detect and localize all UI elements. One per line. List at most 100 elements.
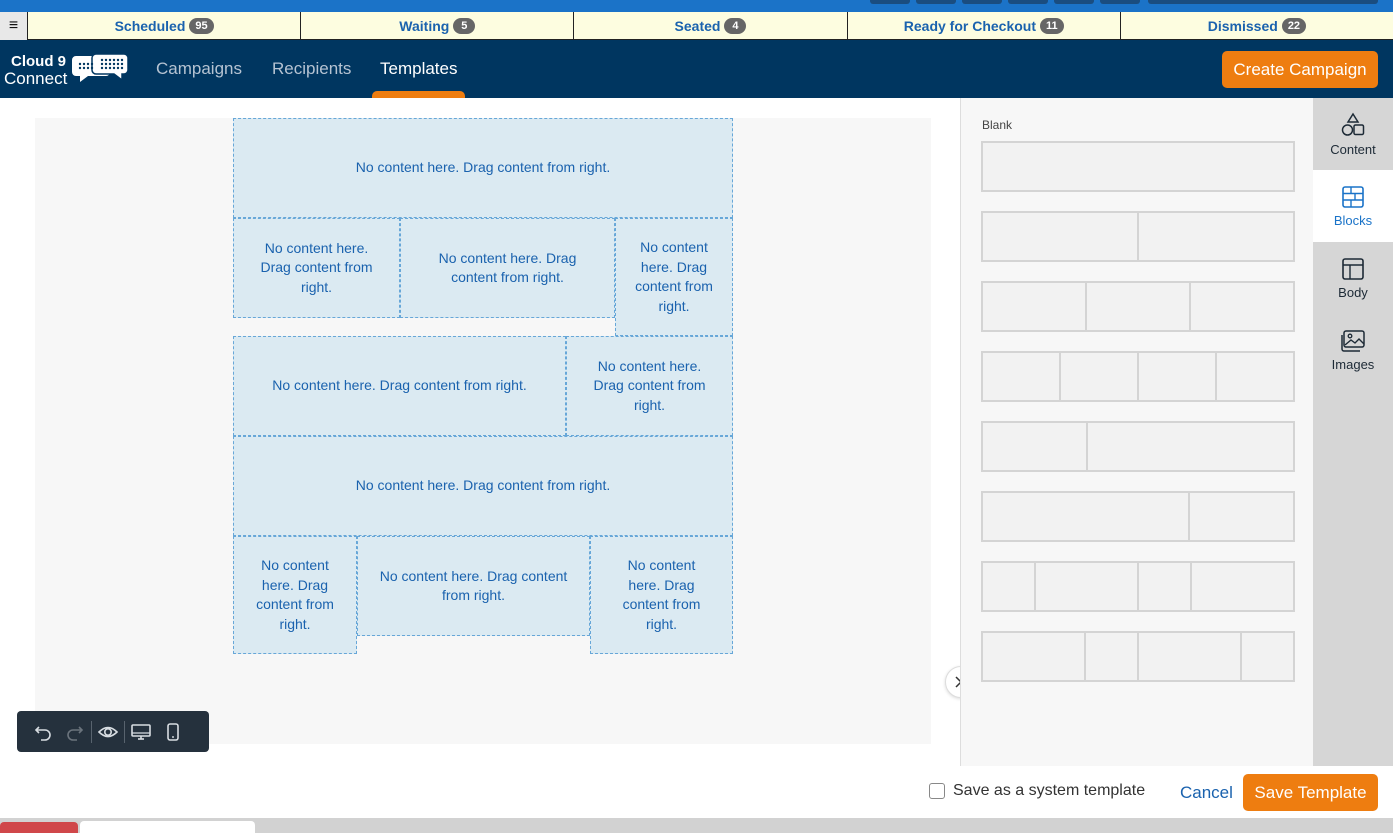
- layout-column: [1191, 283, 1293, 330]
- content-slot[interactable]: No content here. Drag content from right…: [233, 336, 566, 436]
- layout-column: [983, 353, 1061, 400]
- tab-blocks[interactable]: Blocks: [1313, 170, 1393, 242]
- content-slot[interactable]: No content here. Drag content from right…: [590, 536, 733, 654]
- layout-column: [1217, 353, 1293, 400]
- top-strip-tab: [962, 0, 1002, 4]
- status-label: Scheduled: [114, 18, 186, 34]
- layout-column: [983, 563, 1036, 610]
- status-dismissed[interactable]: Dismissed 22: [1121, 12, 1393, 40]
- layout-column: [983, 213, 1139, 260]
- redo-icon[interactable]: [59, 716, 91, 748]
- slot-placeholder: No content here. Drag content from right…: [438, 249, 577, 286]
- mobile-view-icon[interactable]: [157, 716, 189, 748]
- panel-side-tabs: Content Blocks Body Images: [1313, 98, 1393, 766]
- status-count-badge: 4: [724, 18, 747, 34]
- status-ready-for-checkout[interactable]: Ready for Checkout 11: [848, 12, 1121, 40]
- logo-line1: Cloud 9: [11, 53, 66, 70]
- tab-body[interactable]: Body: [1313, 242, 1393, 314]
- status-count-badge: 11: [1040, 18, 1064, 34]
- status-waiting[interactable]: Waiting 5: [301, 12, 575, 40]
- status-seated[interactable]: Seated 4: [574, 12, 848, 40]
- status-label: Waiting: [399, 18, 450, 34]
- tab-content[interactable]: Content: [1313, 98, 1393, 170]
- shapes-icon: [1341, 112, 1365, 136]
- create-campaign-button[interactable]: Create Campaign: [1222, 51, 1378, 88]
- patient-status-bar: ≡ Scheduled 95 Waiting 5 Seated 4 Ready …: [0, 12, 1393, 40]
- layout-1-column[interactable]: [981, 141, 1295, 192]
- layout-column: [983, 633, 1087, 680]
- save-template-button[interactable]: Save Template: [1243, 774, 1378, 811]
- status-label: Ready for Checkout: [903, 18, 1037, 34]
- layout-column: [1190, 493, 1293, 540]
- layout-column: [983, 283, 1087, 330]
- bottom-tab-red[interactable]: [0, 822, 78, 833]
- bottom-tab-white[interactable]: [80, 821, 255, 833]
- layout-4-columns[interactable]: [981, 351, 1295, 402]
- layout-icon: [1342, 257, 1364, 280]
- layout-3-columns[interactable]: [981, 281, 1295, 332]
- editor-toolbar: [17, 711, 209, 752]
- slot-placeholder: No content here. Drag content from right…: [355, 159, 611, 176]
- nav-campaigns[interactable]: Campaigns: [156, 59, 242, 79]
- status-scheduled[interactable]: Scheduled 95: [28, 12, 302, 40]
- layout-column: [1088, 423, 1293, 470]
- bottom-taskbar: [0, 818, 1393, 833]
- tab-label: Blocks: [1333, 212, 1373, 228]
- layout-2-columns[interactable]: [981, 211, 1295, 262]
- main-navbar: Cloud 9 Connect Campaigns Recipients Tem…: [0, 40, 1393, 98]
- layout-column: [1139, 353, 1217, 400]
- content-slot[interactable]: No content here. Drag content from right…: [233, 536, 357, 654]
- slot-placeholder: No content here. Drag content from right…: [622, 557, 701, 632]
- content-slot[interactable]: No content here. Drag content from right…: [233, 436, 733, 536]
- slot-placeholder: No content here. Drag content from right…: [355, 477, 611, 494]
- undo-icon[interactable]: [27, 716, 59, 748]
- layout-2-1-2-1-columns[interactable]: [981, 631, 1295, 682]
- slot-placeholder: No content here. Drag content from right…: [635, 239, 713, 314]
- layout-column: [1139, 633, 1243, 680]
- system-template-label: Save as a system template: [953, 782, 1146, 799]
- top-strip-tab: [1008, 0, 1048, 4]
- layout-column: [1139, 213, 1293, 260]
- top-strip-tab: [1054, 0, 1094, 4]
- preview-eye-icon[interactable]: [92, 716, 124, 748]
- tab-label: Body: [1338, 284, 1368, 300]
- layout-2-1-columns[interactable]: [981, 491, 1295, 542]
- template-editor: No content here. Drag content from right…: [0, 98, 960, 766]
- nav-recipients[interactable]: Recipients: [272, 59, 351, 79]
- top-accent-strip: [0, 0, 1393, 12]
- cancel-button[interactable]: Cancel: [1180, 783, 1233, 803]
- section-label: Blank: [982, 118, 1013, 132]
- tab-images[interactable]: Images: [1313, 314, 1393, 386]
- blocks-panel: Blank: [960, 98, 1313, 766]
- content-slot[interactable]: No content here. Drag content from right…: [233, 218, 400, 318]
- slot-placeholder: No content here. Drag content from right…: [272, 377, 527, 394]
- layout-column: [1139, 563, 1192, 610]
- top-strip-tab: [1100, 0, 1140, 4]
- layout-1-2-columns[interactable]: [981, 421, 1295, 472]
- status-count-badge: 95: [189, 18, 214, 34]
- top-strip-tab: [1148, 0, 1378, 4]
- top-strip-tab: [916, 0, 956, 4]
- content-slot[interactable]: No content here. Drag content from right…: [566, 336, 733, 436]
- slot-placeholder: No content here. Drag content from right…: [256, 557, 334, 632]
- content-slot[interactable]: No content here. Drag content from right…: [615, 218, 733, 336]
- content-slot[interactable]: No content here. Drag content from right…: [357, 536, 590, 636]
- status-count-badge: 22: [1281, 18, 1307, 34]
- hamburger-menu-icon[interactable]: ≡: [0, 12, 28, 40]
- slot-placeholder: No content here. Drag content from right…: [593, 357, 706, 413]
- slot-placeholder: No content here. Drag content from right…: [260, 239, 373, 295]
- content-slot[interactable]: No content here. Drag content from right…: [233, 118, 733, 218]
- editor-footer: Save as a system template Cancel Save Te…: [0, 766, 1393, 818]
- email-canvas: No content here. Drag content from right…: [35, 118, 931, 744]
- cloud9-connect-logo[interactable]: Cloud 9 Connect: [4, 50, 134, 90]
- layout-column: [983, 423, 1088, 470]
- blocks-icon: [1342, 185, 1364, 208]
- desktop-view-icon[interactable]: [125, 716, 157, 748]
- layout-1-2-1-2-columns[interactable]: [981, 561, 1295, 612]
- nav-templates[interactable]: Templates: [380, 59, 457, 79]
- system-template-checkbox[interactable]: [929, 783, 945, 799]
- content-slot[interactable]: No content here. Drag content from right…: [400, 218, 615, 318]
- top-strip-tab: [870, 0, 910, 4]
- layout-column: [983, 143, 1293, 190]
- layout-column: [1036, 563, 1139, 610]
